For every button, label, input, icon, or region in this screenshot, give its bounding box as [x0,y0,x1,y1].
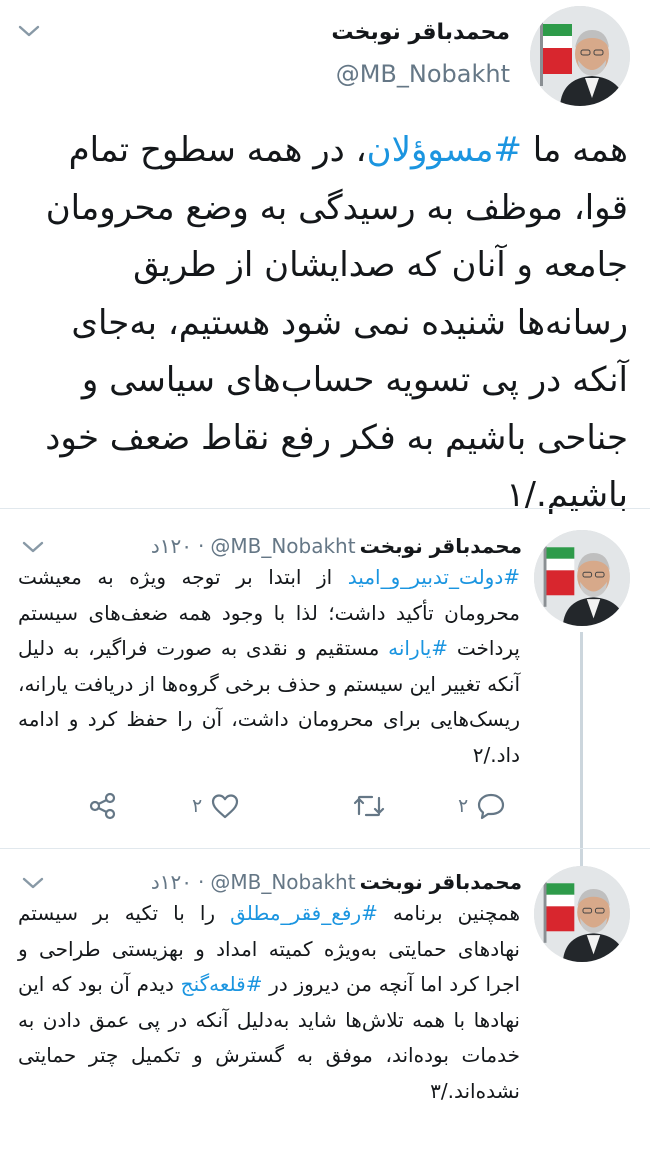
avatar[interactable] [534,866,630,962]
reply-header: محمدباقر نوبخت@MB_Nobakht·۱۲۰د [151,870,522,894]
tweet-actions: ۲ ۲ [0,786,650,826]
hashtag-link[interactable]: #یارانه [388,636,448,660]
hashtag-link[interactable]: #دولت_تدبیر_و_امید [348,565,520,589]
reply-header: محمدباقر نوبخت@MB_Nobakht·۱۲۰د [151,534,522,558]
reply-count: ۲ [458,795,469,817]
avatar[interactable] [534,530,630,626]
tweet-text: #دولت_تدبیر_و_امید از ابتدا بر توجه ویژه… [18,560,520,773]
reply-icon [478,793,505,820]
tweet-text-part: همچنین برنامه [377,901,520,925]
avatar-portrait-icon [530,6,630,106]
reply-tweet[interactable]: محمدباقر نوبخت@MB_Nobakht·۱۲۰د همچنین بر… [0,866,650,1158]
author-name[interactable]: محمدباقر نوبخت [360,870,522,894]
author-name[interactable]: محمدباقر نوبخت [360,534,522,558]
tweet-dot: · [197,870,205,894]
author-handle[interactable]: @MB_Nobakht [210,534,355,558]
tweet-text-part: ، در همه سطوح تمام قوا، موظف به رسیدگی ب… [45,130,628,515]
like-icon [212,794,239,819]
divider [0,508,650,509]
author-handle[interactable]: @MB_Nobakht [336,60,510,88]
like-button[interactable]: ۲ [192,786,240,826]
tweet-text: همه ما #مسوؤلان، در همه سطوح تمام قوا، م… [26,122,628,525]
reply-tweet[interactable]: محمدباقر نوبخت@MB_Nobakht·۱۲۰د #دولت_تدب… [0,530,650,944]
tweet-time[interactable]: ۱۲۰د [151,534,192,558]
chevron-down-icon[interactable] [18,24,40,38]
divider [0,848,650,849]
retweet-button[interactable] [352,786,386,826]
reply-button[interactable]: ۲ [458,786,506,826]
avatar-portrait-icon [534,530,630,626]
main-tweet: محمدباقر نوبخت @MB_Nobakht همه ما #مسوؤل… [0,0,650,515]
avatar-portrait-icon [534,866,630,962]
share-icon [89,792,116,820]
hashtag-link[interactable]: #مسوؤلان [367,130,522,170]
tweet-dot: · [197,534,205,558]
author-name[interactable]: محمدباقر نوبخت [331,20,510,45]
author-handle[interactable]: @MB_Nobakht [210,870,355,894]
hashtag-link[interactable]: #قلعه‌گنج [181,972,263,996]
share-button[interactable] [88,786,118,826]
retweet-icon [353,795,385,817]
chevron-down-icon[interactable] [22,876,44,890]
like-count: ۲ [192,795,203,817]
tweet-text: همچنین برنامه #رفع_فقر_مطلق را با تکیه ب… [18,896,520,1109]
avatar[interactable] [530,6,630,106]
tweet-time[interactable]: ۱۲۰د [151,870,192,894]
hashtag-link[interactable]: #رفع_فقر_مطلق [230,901,378,925]
chevron-down-icon[interactable] [22,540,44,554]
tweet-text-part: همه ما [521,130,628,170]
